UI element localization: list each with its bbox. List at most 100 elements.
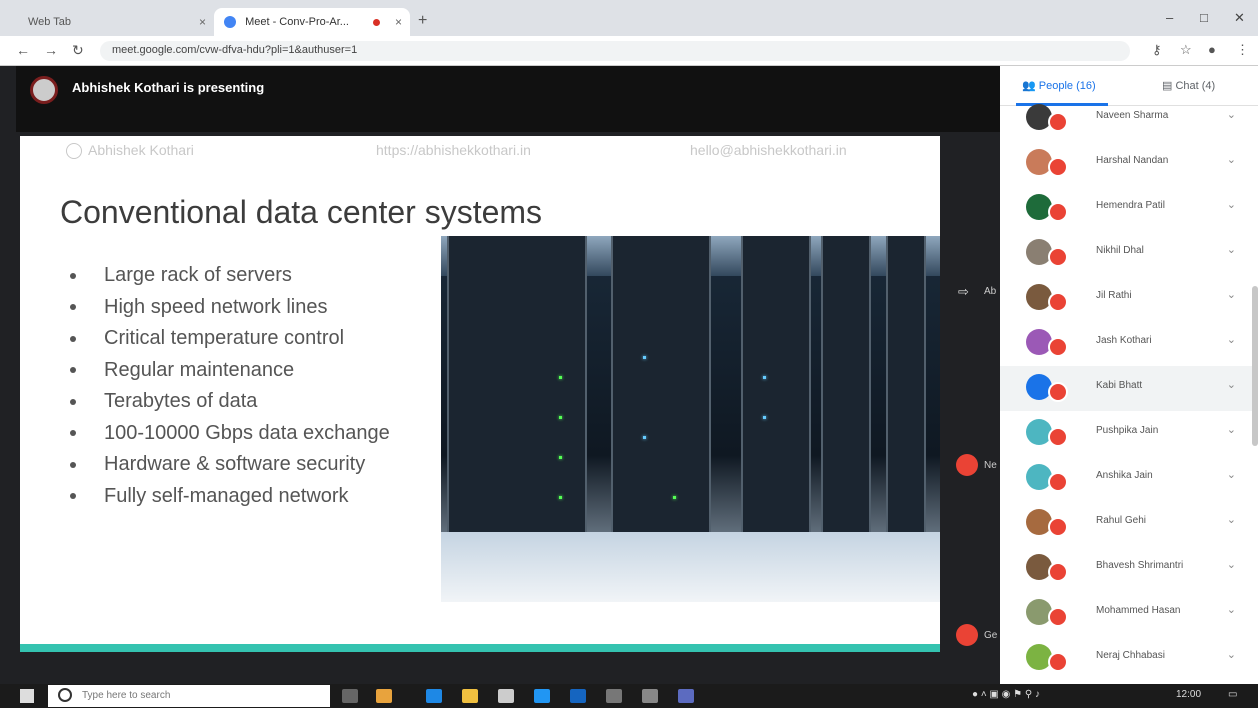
bullet-item: Hardware & software security	[70, 449, 390, 481]
tray-icons[interactable]: ● ˄ ▣ ◉ ⚑ ⚲ ♪	[972, 689, 1040, 700]
minimize-button[interactable]: –	[1166, 10, 1173, 25]
windows-start-icon[interactable]	[20, 689, 34, 703]
led	[559, 496, 562, 499]
chevron-down-icon[interactable]: ⌄	[1227, 333, 1236, 346]
bullet-item: Critical temperature control	[70, 323, 390, 355]
participant-name: Rahul Gehi	[1096, 515, 1147, 526]
key-icon[interactable]: ⚷	[1152, 42, 1162, 58]
presenter-avatar	[30, 76, 58, 104]
dropbox-icon[interactable]	[534, 689, 550, 703]
participant-row[interactable]: Kabi Bhatt ⌄	[1000, 366, 1258, 411]
participant-row[interactable]: Harshal Nandan ⌄	[1000, 141, 1258, 186]
bullet-item: Regular maintenance	[70, 355, 390, 387]
browser-tab[interactable]: Web Tab ×	[18, 8, 214, 36]
participant-row[interactable]: Bhavesh Shrimantri ⌄	[1000, 546, 1258, 591]
pin-icon[interactable]: ⇨	[958, 284, 969, 300]
notifications-icon[interactable]: ▭	[1228, 689, 1237, 700]
muted-mic-icon	[1048, 292, 1068, 312]
chevron-down-icon[interactable]: ⌄	[1227, 288, 1236, 301]
tab-label: Web Tab	[28, 16, 72, 28]
bullet-text: 100-10000 Gbps data exchange	[104, 421, 390, 444]
slide-footer-bar	[20, 644, 940, 652]
participant-name: Nikhil Dhal	[1096, 245, 1144, 256]
chrome-app-icon[interactable]	[376, 689, 392, 703]
participant-row[interactable]: Rahul Gehi ⌄	[1000, 501, 1258, 546]
participant-row[interactable]: Jash Kothari ⌄	[1000, 321, 1258, 366]
bullet-text: Hardware & software security	[104, 453, 366, 475]
chevron-down-icon[interactable]: ⌄	[1227, 243, 1236, 256]
slide-title: Conventional data center systems	[60, 194, 543, 230]
led	[643, 436, 646, 439]
chevron-down-icon[interactable]: ⌄	[1227, 153, 1236, 166]
chevron-down-icon[interactable]: ⌄	[1227, 603, 1236, 616]
store-icon[interactable]	[498, 689, 514, 703]
mail-icon[interactable]	[570, 689, 586, 703]
participant-row[interactable]: Naveen Sharma ⌄	[1000, 96, 1258, 141]
presenter-text: Abhishek Kothari is presenting	[72, 80, 265, 95]
app-icon[interactable]	[606, 689, 622, 703]
bullet-icon	[70, 272, 76, 279]
led	[559, 456, 562, 459]
muted-mic-icon	[1048, 517, 1068, 537]
clock[interactable]: 12:00	[1176, 689, 1201, 700]
muted-mic-icon	[1048, 337, 1068, 357]
participant-row[interactable]: Hemendra Patil ⌄	[1000, 186, 1258, 231]
muted-mic-icon	[956, 624, 978, 646]
slide-header: Abhishek Kothari https://abhishekkothari…	[20, 140, 940, 162]
chevron-down-icon[interactable]: ⌄	[1227, 198, 1236, 211]
url-field[interactable]: meet.google.com/cvw-dfva-hdu?pli=1&authu…	[100, 41, 1130, 61]
participant-name: Mohammed Hasan	[1096, 605, 1181, 616]
profile-avatar-icon[interactable]: ●	[1208, 42, 1216, 57]
muted-mic-icon	[1048, 112, 1068, 132]
bullet-icon	[70, 430, 76, 437]
presenter-bar: Abhishek Kothari is presenting	[16, 66, 1000, 132]
led	[763, 376, 766, 379]
chevron-down-icon[interactable]: ⌄	[1227, 513, 1236, 526]
chevron-down-icon[interactable]: ⌄	[1227, 468, 1236, 481]
browser-tab-active[interactable]: Meet - Conv-Pro-Ar... ×	[214, 8, 410, 36]
participant-row[interactable]: Nikhil Dhal ⌄	[1000, 231, 1258, 276]
reload-button[interactable]: ↻	[72, 42, 84, 59]
maximize-button[interactable]: □	[1200, 10, 1208, 25]
participant-row[interactable]: Anshika Jain ⌄	[1000, 456, 1258, 501]
tab-chat[interactable]: ▤ Chat (4)	[1162, 79, 1215, 92]
file-explorer-icon[interactable]	[462, 689, 478, 703]
tab-people[interactable]: 👥 People (16)	[1022, 79, 1096, 92]
participant-row[interactable]: Mohammed Hasan ⌄	[1000, 591, 1258, 636]
app-icon[interactable]	[678, 689, 694, 703]
chevron-down-icon[interactable]: ⌄	[1227, 108, 1236, 121]
participant-row[interactable]: Neraj Chhabasi ⌄	[1000, 636, 1258, 681]
bullet-icon	[70, 398, 76, 405]
back-button[interactable]: ←	[16, 42, 30, 58]
floor	[441, 532, 940, 602]
close-tab-icon[interactable]: ×	[199, 15, 206, 29]
bullet-item: High speed network lines	[70, 292, 390, 324]
forward-button[interactable]: →	[44, 42, 58, 58]
participant-name: Kabi Bhatt	[1096, 380, 1143, 391]
close-tab-icon[interactable]: ×	[395, 15, 402, 29]
chevron-down-icon[interactable]: ⌄	[1227, 423, 1236, 436]
bullet-item: 100-10000 Gbps data exchange	[70, 418, 390, 450]
close-window-button[interactable]: ✕	[1234, 10, 1245, 26]
tab-label: Meet - Conv-Pro-Ar...	[245, 16, 349, 28]
chevron-down-icon[interactable]: ⌄	[1227, 378, 1236, 391]
participant-row[interactable]: Pushpika Jain ⌄	[1000, 411, 1258, 456]
menu-icon[interactable]: ⋮	[1236, 42, 1249, 58]
participant-row[interactable]: Jil Rathi ⌄	[1000, 276, 1258, 321]
bullet-text: High speed network lines	[104, 295, 328, 318]
panel-scrollbar[interactable]	[1252, 286, 1258, 446]
chevron-down-icon[interactable]: ⌄	[1227, 648, 1236, 661]
muted-mic-icon	[1048, 472, 1068, 492]
star-icon[interactable]: ☆	[1180, 42, 1192, 58]
new-tab-button[interactable]: +	[418, 12, 427, 30]
led	[559, 416, 562, 419]
chevron-down-icon[interactable]: ⌄	[1227, 558, 1236, 571]
task-view-icon[interactable]	[342, 689, 358, 703]
participant-name: Jash Kothari	[1096, 335, 1152, 346]
bullet-item: Fully self-managed network	[70, 481, 390, 513]
taskbar-search-input[interactable]: Type here to search	[48, 685, 330, 707]
app-icon[interactable]	[642, 689, 658, 703]
participant-name: Naveen Sharma	[1096, 110, 1169, 121]
led	[673, 496, 676, 499]
edge-app-icon[interactable]	[426, 689, 442, 703]
